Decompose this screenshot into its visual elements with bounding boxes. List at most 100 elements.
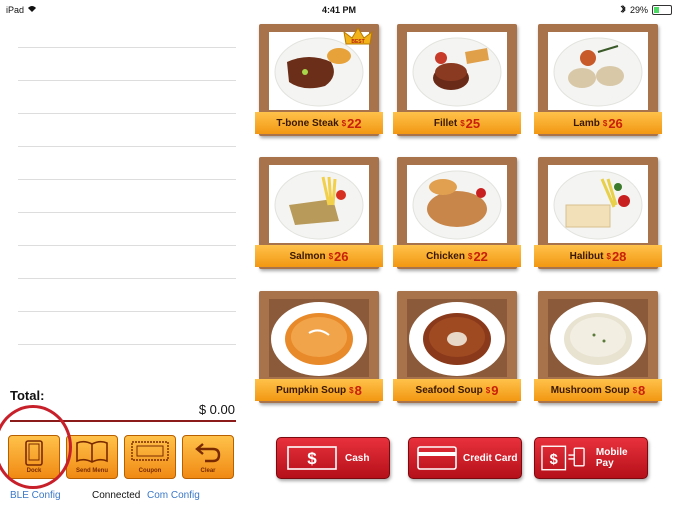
- menu-item-currency: $: [485, 385, 491, 395]
- status-bar: iPad 4:41 PM 29%: [0, 0, 678, 22]
- menu-item-price: 26: [608, 115, 623, 131]
- send-menu-label: Send Menu: [75, 468, 108, 474]
- menu-item-name: Mushroom Soup: [550, 384, 630, 396]
- menu-item-halibut[interactable]: Halibut $28: [534, 157, 662, 279]
- menu-item-ribbon: Halibut $28: [534, 245, 662, 267]
- menu-item-salmon[interactable]: Salmon $26: [255, 157, 383, 279]
- menu-item-currency: $: [602, 118, 608, 128]
- menu-item-seafood-soup[interactable]: Seafood Soup $9: [393, 291, 521, 413]
- menu-item-price: 8: [638, 382, 646, 398]
- menu-item-fillet[interactable]: Fillet $25: [393, 24, 521, 146]
- menu-item-name: Chicken: [426, 250, 465, 262]
- open-book-icon: [76, 440, 108, 463]
- menu-item-ribbon: Pumpkin Soup $8: [255, 379, 383, 401]
- mobile-pay-button[interactable]: $ Mobile Pay: [534, 437, 648, 479]
- menu-item-price: 22: [473, 248, 488, 264]
- dish-photo: [407, 299, 507, 377]
- menu-item-lamb[interactable]: Lamb $26: [534, 24, 662, 146]
- menu-item-price: 8: [354, 382, 362, 398]
- dish-photo: [548, 32, 648, 110]
- menu-item-currency: $: [606, 251, 611, 261]
- menu-item-name: Salmon: [289, 250, 326, 262]
- status-time: 4:41 PM: [321, 5, 356, 15]
- bluetooth-icon: [620, 4, 626, 16]
- menu-item-name: T-bone Steak: [276, 117, 339, 129]
- total-value: $ 0.00: [198, 402, 235, 417]
- order-line: [18, 113, 236, 146]
- menu-item-price: 9: [491, 382, 499, 398]
- status-right: 29%: [620, 4, 672, 16]
- menu-item-currency: $: [460, 118, 465, 128]
- order-line: [18, 146, 236, 179]
- menu-item-price: 28: [611, 248, 627, 264]
- menu-item-pumpkin-soup[interactable]: Pumpkin Soup $8: [255, 291, 383, 413]
- menu-item-price: 26: [334, 248, 349, 264]
- menu-item-name: Lamb: [573, 117, 600, 129]
- mobile-pay-icon: $: [541, 445, 585, 471]
- clear-label: Clear: [200, 468, 216, 474]
- coupon-button[interactable]: Coupon: [124, 435, 176, 479]
- best-badge-text: BEST: [351, 39, 364, 45]
- menu-item-ribbon: T-bone Steak $22: [255, 112, 383, 134]
- connection-status: Connected: [92, 490, 141, 501]
- menu-item-ribbon: Lamb $26: [534, 112, 662, 134]
- menu-item-chicken[interactable]: Chicken $22: [393, 157, 521, 279]
- total-label: Total:: [10, 388, 45, 403]
- dish-photo: [407, 32, 507, 110]
- menu-item-ribbon: Seafood Soup $9: [393, 379, 521, 401]
- cash-label: Cash: [345, 452, 370, 464]
- menu-item-name: Fillet: [433, 117, 458, 129]
- menu-item-ribbon: Chicken $22: [393, 245, 521, 267]
- battery-percent: 29%: [629, 5, 648, 15]
- order-line: [18, 212, 236, 245]
- cash-icon: $: [287, 446, 337, 470]
- dish-photo: [407, 165, 507, 243]
- mobile-pay-label: Mobile Pay: [595, 447, 628, 469]
- ble-config-link[interactable]: BLE Config: [10, 490, 61, 501]
- order-line: [18, 80, 236, 113]
- credit-card-icon: [417, 446, 457, 470]
- credit-card-label: Credit Card: [463, 452, 518, 464]
- cash-button[interactable]: $ Cash: [276, 437, 390, 479]
- tablet-icon: [25, 440, 43, 466]
- send-menu-button[interactable]: Send Menu: [66, 435, 118, 479]
- coupon-label: Coupon: [138, 468, 162, 474]
- dish-photo: [548, 165, 648, 243]
- dish-photo: [548, 299, 648, 377]
- svg-text:$: $: [307, 449, 317, 468]
- order-line: [18, 311, 236, 344]
- undo-arrow-icon: [195, 443, 221, 463]
- menu-item-price: 25: [465, 115, 481, 131]
- svg-text:$: $: [550, 452, 558, 468]
- menu-item-ribbon: Salmon $26: [255, 245, 383, 267]
- menu-item-currency: $: [341, 118, 347, 128]
- total-divider: [10, 420, 236, 422]
- com-config-link[interactable]: Com Config: [147, 490, 200, 501]
- order-line: [18, 179, 236, 212]
- menu-item-currency: $: [349, 385, 354, 395]
- order-list: [18, 47, 236, 377]
- dock-button[interactable]: Dock: [8, 435, 60, 479]
- menu-item-name: Pumpkin Soup: [276, 384, 347, 396]
- menu-item-mushroom-soup[interactable]: Mushroom Soup $8: [534, 291, 662, 413]
- coupon-icon: [131, 441, 169, 461]
- credit-card-button[interactable]: Credit Card: [408, 437, 522, 479]
- menu-item-steak[interactable]: BEST T-bone Steak $22: [255, 24, 383, 146]
- dish-photo: [269, 165, 369, 243]
- menu-item-name: Halibut: [569, 250, 604, 262]
- order-line: [18, 278, 236, 311]
- battery-fill: [654, 7, 659, 13]
- menu-item-name: Seafood Soup: [415, 384, 483, 396]
- order-line: [18, 344, 236, 377]
- order-line: [18, 47, 236, 80]
- dock-label: Dock: [26, 468, 42, 474]
- menu-item-ribbon: Mushroom Soup $8: [534, 379, 662, 401]
- order-line: [18, 245, 236, 278]
- menu-item-currency: $: [632, 385, 638, 395]
- menu-item-currency: $: [467, 251, 473, 261]
- dish-photo: [269, 299, 369, 377]
- menu-item-price: 22: [347, 115, 362, 131]
- battery-icon: [652, 5, 672, 15]
- clear-button[interactable]: Clear: [182, 435, 234, 479]
- menu-item-ribbon: Fillet $25: [393, 112, 521, 134]
